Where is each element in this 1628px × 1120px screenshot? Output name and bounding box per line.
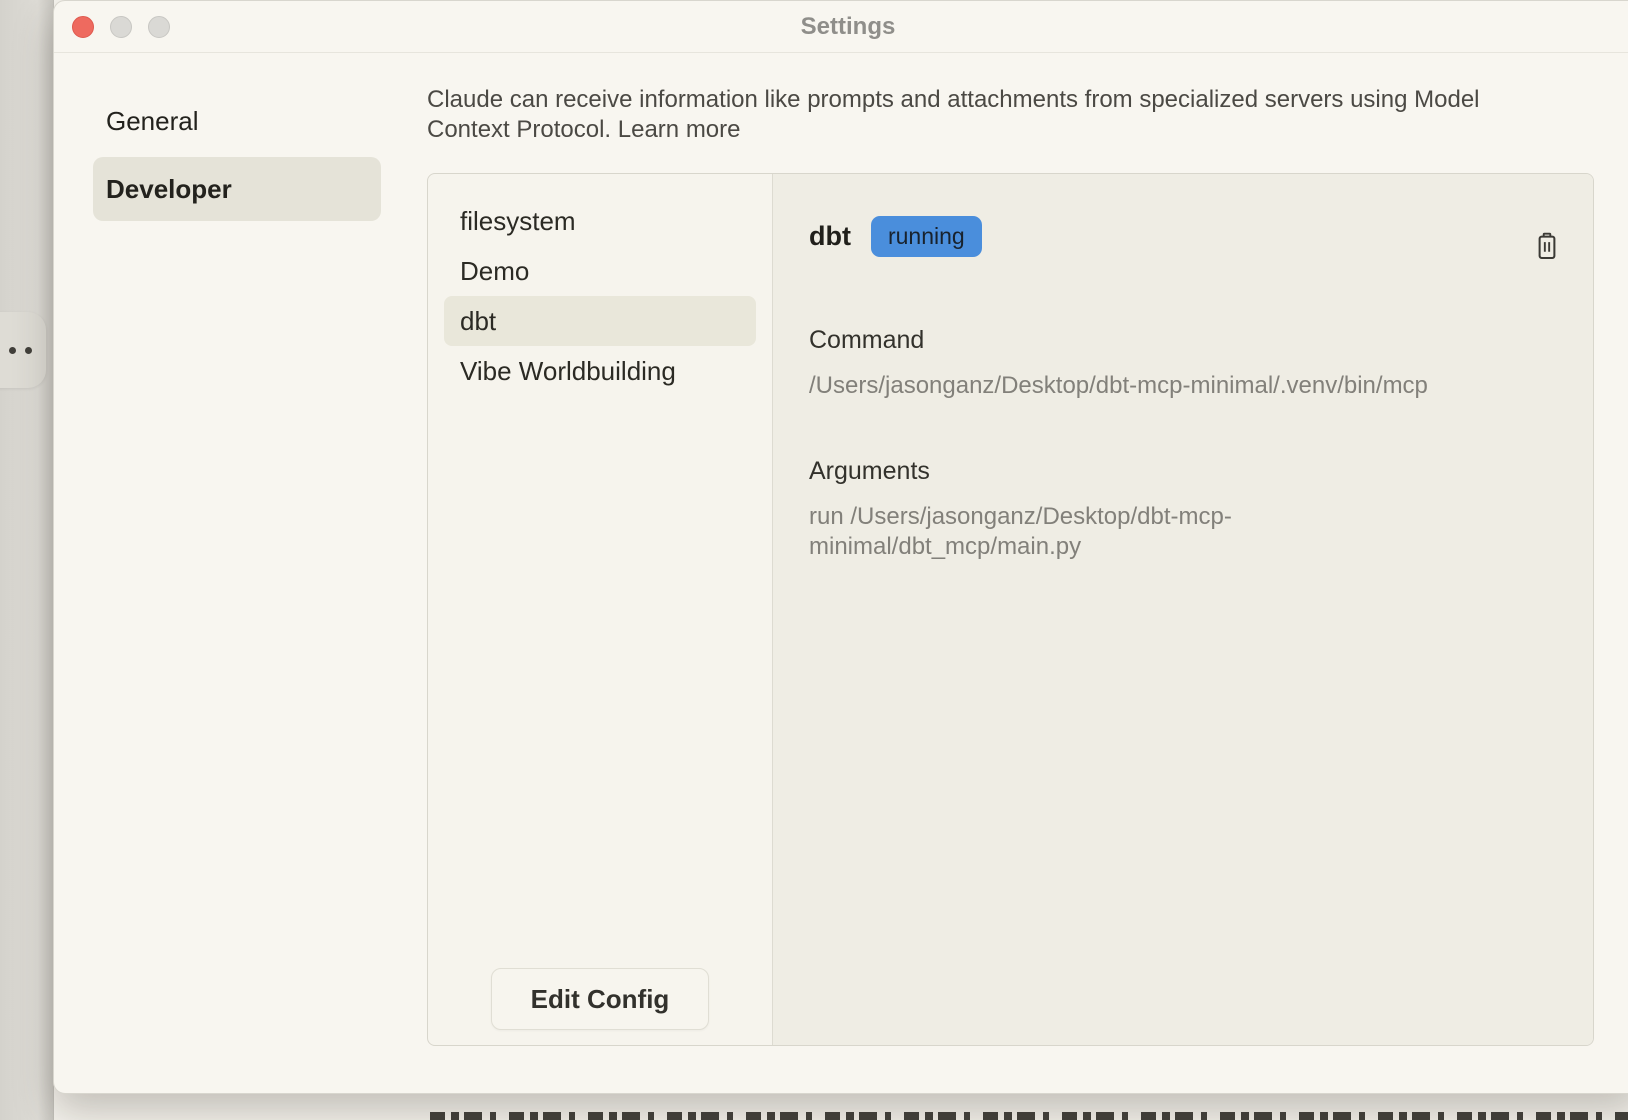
mcp-servers-panel: filesystem Demo dbt Vibe Worldbuilding E… <box>427 173 1594 1046</box>
sidebar: General Developer <box>93 97 381 221</box>
command-label: Command <box>809 328 1557 353</box>
server-name: dbt <box>809 221 851 252</box>
server-detail-header: dbt running <box>809 214 1557 258</box>
server-item-label: filesystem <box>460 206 576 237</box>
status-badge: running <box>871 216 982 257</box>
sidebar-item-label: General <box>106 106 199 137</box>
server-item-dbt[interactable]: dbt <box>444 296 756 346</box>
handle-dot-icon <box>9 347 16 354</box>
server-list: filesystem Demo dbt Vibe Worldbuilding E… <box>428 174 773 1045</box>
clipped-background-text <box>430 1112 1628 1120</box>
server-item-label: Demo <box>460 256 529 287</box>
arguments-label: Arguments <box>809 459 1557 484</box>
command-value: /Users/jasonganz/Desktop/dbt-mcp-minimal… <box>809 371 1529 401</box>
background-window-handle[interactable] <box>0 312 46 388</box>
trash-icon <box>1534 232 1560 260</box>
server-item-label: dbt <box>460 306 496 337</box>
edit-config-button[interactable]: Edit Config <box>491 968 709 1030</box>
delete-server-button[interactable] <box>1533 232 1561 260</box>
description-text: Claude can receive information like prom… <box>427 86 1480 143</box>
arguments-value: run /Users/jasonganz/Desktop/dbt-mcp-min… <box>809 502 1299 562</box>
mcp-description: Claude can receive information like prom… <box>427 85 1499 145</box>
server-item-filesystem[interactable]: filesystem <box>444 196 756 246</box>
window-title: Settings <box>54 13 1628 41</box>
titlebar[interactable]: Settings <box>54 1 1628 53</box>
server-detail-pane: dbt running Command /Users/jasonganz/Des… <box>773 174 1593 1045</box>
settings-window: Settings General Developer Claude can re… <box>53 0 1628 1094</box>
handle-dot-icon <box>25 347 32 354</box>
server-item-demo[interactable]: Demo <box>444 246 756 296</box>
server-item-vibe-worldbuilding[interactable]: Vibe Worldbuilding <box>444 346 756 396</box>
sidebar-item-label: Developer <box>106 174 232 205</box>
server-item-label: Vibe Worldbuilding <box>460 356 676 387</box>
sidebar-item-developer[interactable]: Developer <box>93 157 381 221</box>
sidebar-item-general[interactable]: General <box>93 97 381 145</box>
background-window-edge <box>0 0 54 1120</box>
learn-more-link[interactable]: Learn more <box>618 116 741 143</box>
